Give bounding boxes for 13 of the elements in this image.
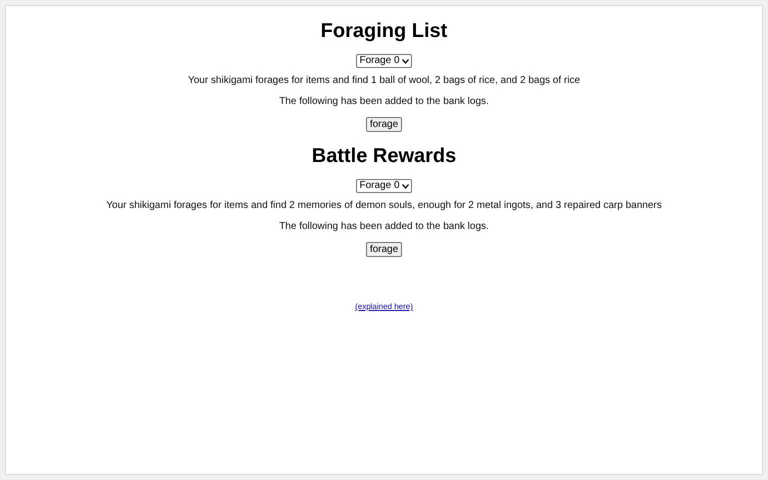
bank-log-note: The following has been added to the bank logs. (279, 221, 489, 233)
forage-button[interactable]: forage (366, 117, 402, 132)
caret-icon (402, 58, 409, 64)
bank-log-note: The following has been added to the bank logs. (279, 96, 489, 108)
result-text: Your shikigami forages for items and find 1 ball of wool, 2 bags of rice, and 2 bags of rice (188, 75, 580, 87)
forage-dropdown[interactable]: Forage 0 (356, 54, 412, 68)
result-text: Your shikigami forages for items and find 2 memories of demon souls, enough for 2 metal ingots, and 3 repaired carp banners (106, 200, 662, 212)
explained-link[interactable]: (explained here) (355, 301, 413, 313)
caret-icon (402, 184, 409, 188)
forage-button[interactable]: forage (366, 242, 402, 257)
section-title: Battle Rewards (312, 144, 456, 168)
section-title: Foraging List (320, 19, 448, 43)
forage-dropdown[interactable]: Forage 0 (356, 179, 412, 193)
